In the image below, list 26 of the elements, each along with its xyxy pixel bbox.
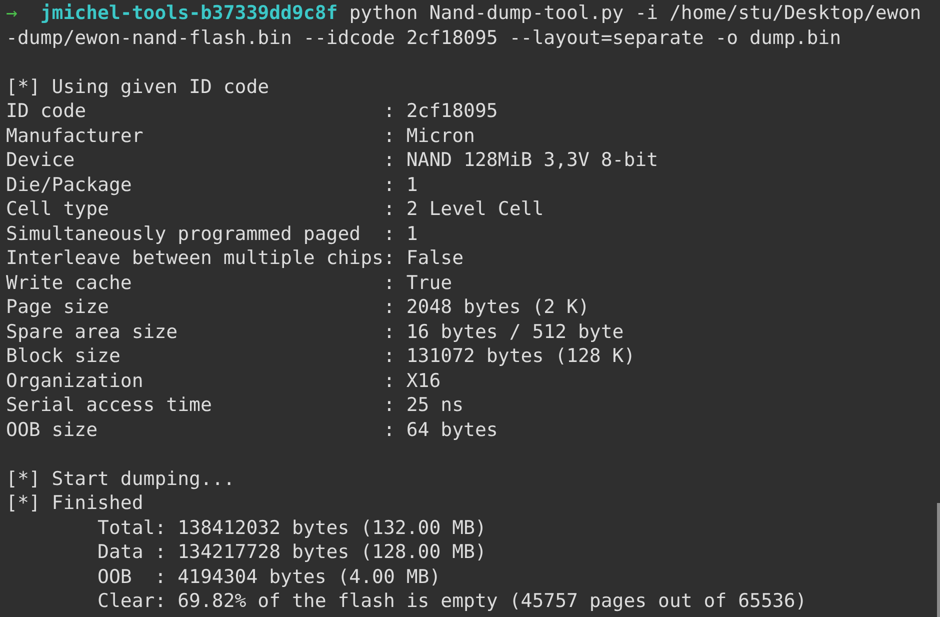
output-line: [*] Finished [6,492,144,514]
output-line: Write cache : True [6,272,452,294]
output-line: Clear: 69.82% of the flash is empty (45757 pages out of 65536) [96,590,807,612]
output-line: Interleave between multiple chips: False [6,247,464,269]
output-line: [*] Using given ID code [6,76,270,98]
output-line: -dump/ewon-nand-flash.bin --idcode 2cf18095 --layout=separate -o dump.bin [6,26,842,48]
output-line: Total: 138412032 bytes (132.00 MB) [96,516,486,538]
prompt-directory: jmichel-tools-b37339dd9c8f [40,2,338,24]
scrollbar-thumb[interactable] [937,503,940,617]
output-line: [*] Start dumping... [6,468,235,490]
output-line: Die/Package : 1 [6,174,418,196]
output-line: Organization : X16 [6,370,441,392]
command-text: python Nand-dump-tool.py -i /home/stu/Desktop/ewon [349,2,922,24]
output-line: ID code : 2cf18095 [6,100,498,122]
output-line: Page size : 2048 bytes (2 K) [6,296,590,318]
output-line: Block size : 131072 bytes (128 K) [6,345,636,367]
output-line: Spare area size : 16 bytes / 512 byte [6,320,624,342]
prompt-arrow: → [6,2,18,24]
output-line: OOB : 4194304 bytes (4.00 MB) [96,566,441,588]
output-line: Manufacturer : Micron [6,124,475,146]
output-line: Cell type : 2 Level Cell [6,198,544,220]
output-line: OOB size : 64 bytes [6,418,498,440]
output-line: Serial access time : 25 ns [6,394,464,416]
output-line: Simultaneously programmed paged : 1 [6,222,418,244]
output-line: Device : NAND 128MiB 3,3V 8-bit [6,149,658,171]
output-line: Data : 134217728 bytes (128.00 MB) [96,541,486,563]
